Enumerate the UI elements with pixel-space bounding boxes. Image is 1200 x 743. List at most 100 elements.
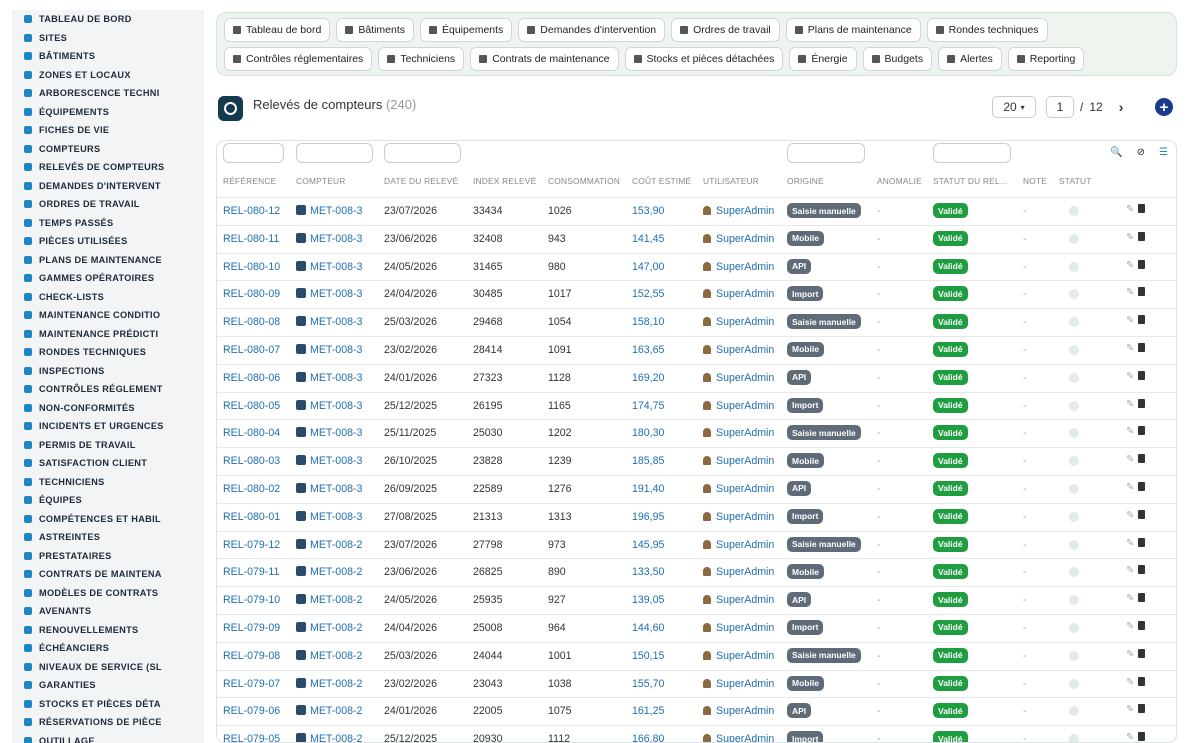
meter-link[interactable]: MET-008-3 bbox=[310, 316, 362, 328]
delete-icon[interactable] bbox=[1138, 481, 1146, 491]
filter-status[interactable] bbox=[933, 143, 1011, 163]
sidebar-item[interactable]: CONTRÔLES RÉGLEMENT bbox=[12, 380, 204, 399]
column-header[interactable]: COMPTEUR bbox=[296, 176, 346, 186]
menu-button[interactable]: Contrôles réglementaires bbox=[224, 47, 373, 71]
sidebar-item[interactable]: ARBORESCENCE TECHNI bbox=[12, 84, 204, 103]
user-link[interactable]: SuperAdmin bbox=[716, 705, 774, 717]
table-row[interactable]: REL-080-01 MET-008-3 27/08/2025 21313 1313 19… bbox=[217, 502, 1176, 531]
table-row[interactable]: REL-080-07 MET-008-3 23/02/2026 28414 1091 16… bbox=[217, 335, 1176, 364]
table-row[interactable]: REL-080-12 MET-008-3 23/07/2026 33434 1026 15… bbox=[217, 197, 1176, 225]
sidebar-item[interactable]: MAINTENANCE CONDITIO bbox=[12, 306, 204, 325]
edit-icon[interactable]: ✎ bbox=[1126, 287, 1134, 298]
meter-link[interactable]: MET-008-3 bbox=[310, 511, 362, 523]
reference-link[interactable]: REL-080-03 bbox=[223, 455, 280, 467]
sidebar-item[interactable]: GARANTIES bbox=[12, 676, 204, 695]
delete-icon[interactable] bbox=[1138, 704, 1146, 714]
user-link[interactable]: SuperAdmin bbox=[716, 288, 774, 300]
meter-link[interactable]: MET-008-3 bbox=[310, 205, 362, 217]
sidebar-item[interactable]: ÉQUIPEMENTS bbox=[12, 103, 204, 122]
user-link[interactable]: SuperAdmin bbox=[716, 427, 774, 439]
edit-icon[interactable]: ✎ bbox=[1126, 232, 1134, 243]
edit-icon[interactable]: ✎ bbox=[1126, 482, 1134, 493]
menu-button[interactable]: Reporting bbox=[1007, 47, 1085, 71]
delete-icon[interactable] bbox=[1138, 204, 1146, 213]
table-row[interactable]: REL-079-09 MET-008-2 24/04/2026 25008 964 144… bbox=[217, 613, 1176, 642]
reference-link[interactable]: REL-080-07 bbox=[223, 344, 280, 356]
sidebar-item[interactable]: RELEVÉS DE COMPTEURS bbox=[12, 158, 204, 177]
column-header[interactable]: INDEX RELEVÉ bbox=[473, 176, 536, 186]
column-header[interactable]: CONSOMMATION bbox=[548, 176, 620, 186]
filter-meter[interactable] bbox=[296, 143, 373, 163]
reference-link[interactable]: REL-080-12 bbox=[223, 205, 280, 217]
delete-icon[interactable] bbox=[1138, 398, 1146, 408]
reference-link[interactable]: REL-079-10 bbox=[223, 594, 280, 606]
meter-link[interactable]: MET-008-3 bbox=[310, 233, 362, 245]
edit-icon[interactable]: ✎ bbox=[1126, 593, 1134, 604]
meter-link[interactable]: MET-008-3 bbox=[310, 372, 362, 384]
sidebar-item[interactable]: COMPÉTENCES ET HABIL bbox=[12, 510, 204, 529]
meter-link[interactable]: MET-008-2 bbox=[310, 705, 362, 717]
user-link[interactable]: SuperAdmin bbox=[716, 344, 774, 356]
sidebar-item[interactable]: PLANS DE MAINTENANCE bbox=[12, 251, 204, 270]
meter-link[interactable]: MET-008-3 bbox=[310, 288, 362, 300]
edit-icon[interactable]: ✎ bbox=[1126, 426, 1134, 437]
edit-icon[interactable]: ✎ bbox=[1126, 621, 1134, 632]
sidebar-item[interactable]: ZONES ET LOCAUX bbox=[12, 66, 204, 85]
table-row[interactable]: REL-079-07 MET-008-2 23/02/2026 23043 1038 15… bbox=[217, 669, 1176, 698]
sidebar-item[interactable]: GAMMES OPÉRATOIRES bbox=[12, 269, 204, 288]
meter-link[interactable]: MET-008-2 bbox=[310, 678, 362, 690]
reference-link[interactable]: REL-079-11 bbox=[223, 566, 279, 578]
reference-link[interactable]: REL-080-06 bbox=[223, 372, 280, 384]
user-link[interactable]: SuperAdmin bbox=[716, 539, 774, 551]
table-row[interactable]: REL-079-08 MET-008-2 25/03/2026 24044 1001 15… bbox=[217, 641, 1176, 670]
user-link[interactable]: SuperAdmin bbox=[716, 261, 774, 273]
sidebar-item[interactable]: DEMANDES D'INTERVENT bbox=[12, 177, 204, 196]
table-row[interactable]: REL-079-06 MET-008-2 24/01/2026 22005 1075 16… bbox=[217, 697, 1176, 725]
meter-link[interactable]: MET-008-3 bbox=[310, 427, 362, 439]
search-icon[interactable]: 🔍 bbox=[1110, 147, 1122, 158]
menu-button[interactable]: Tableau de bord bbox=[224, 18, 331, 42]
sidebar-item[interactable]: PIÈCES UTILISÉES bbox=[12, 232, 204, 251]
column-header[interactable]: ORIGINE bbox=[787, 176, 824, 186]
reference-link[interactable]: REL-080-10 bbox=[223, 261, 280, 273]
menu-button[interactable]: Ordres de travail bbox=[671, 18, 780, 42]
menu-button[interactable]: Énergie bbox=[789, 47, 857, 71]
sidebar-item[interactable]: INSPECTIONS bbox=[12, 362, 204, 381]
sidebar-item[interactable]: TABLEAU DE BORD bbox=[12, 10, 204, 29]
table-row[interactable]: REL-079-12 MET-008-2 23/07/2026 27798 973 145… bbox=[217, 530, 1176, 559]
sidebar-item[interactable]: STOCKS ET PIÈCES DÉTA bbox=[12, 695, 204, 714]
column-list-icon[interactable]: ☰ bbox=[1159, 147, 1168, 158]
sidebar-item[interactable]: COMPTEURS bbox=[12, 140, 204, 159]
user-link[interactable]: SuperAdmin bbox=[716, 205, 774, 217]
meter-link[interactable]: MET-008-2 bbox=[310, 650, 362, 662]
menu-button[interactable]: Plans de maintenance bbox=[785, 18, 921, 42]
delete-icon[interactable] bbox=[1138, 454, 1146, 464]
sidebar-item[interactable]: MAINTENANCE PRÉDICTI bbox=[12, 325, 204, 344]
sidebar-item[interactable]: INCIDENTS ET URGENCES bbox=[12, 417, 204, 436]
filter-date[interactable] bbox=[384, 143, 461, 163]
meter-link[interactable]: MET-008-2 bbox=[310, 539, 362, 551]
menu-button[interactable]: Techniciens bbox=[378, 47, 465, 71]
delete-icon[interactable] bbox=[1138, 648, 1146, 658]
meter-link[interactable]: MET-008-2 bbox=[310, 622, 362, 634]
sidebar-item[interactable]: TECHNICIENS bbox=[12, 473, 204, 492]
sidebar-item[interactable]: CHECK-LISTS bbox=[12, 288, 204, 307]
meter-link[interactable]: MET-008-3 bbox=[310, 455, 362, 467]
meter-link[interactable]: MET-008-3 bbox=[310, 483, 362, 495]
edit-icon[interactable]: ✎ bbox=[1126, 732, 1134, 742]
edit-icon[interactable]: ✎ bbox=[1126, 260, 1134, 271]
sidebar-item[interactable]: TEMPS PASSÉS bbox=[12, 214, 204, 233]
column-header[interactable]: UTILISATEUR bbox=[703, 176, 759, 186]
table-row[interactable]: REL-080-06 MET-008-3 24/01/2026 27323 1128 16… bbox=[217, 363, 1176, 392]
sidebar-item[interactable]: RENOUVELLEMENTS bbox=[12, 621, 204, 640]
delete-icon[interactable] bbox=[1138, 426, 1146, 436]
column-header[interactable]: STATUT bbox=[1059, 176, 1092, 186]
meter-link[interactable]: MET-008-3 bbox=[310, 261, 362, 273]
delete-icon[interactable] bbox=[1138, 732, 1146, 742]
reference-link[interactable]: REL-080-09 bbox=[223, 288, 280, 300]
user-link[interactable]: SuperAdmin bbox=[716, 400, 774, 412]
reference-link[interactable]: REL-079-05 bbox=[223, 733, 280, 742]
reference-link[interactable]: REL-079-07 bbox=[223, 678, 280, 690]
delete-icon[interactable] bbox=[1138, 565, 1146, 575]
delete-icon[interactable] bbox=[1138, 509, 1146, 519]
